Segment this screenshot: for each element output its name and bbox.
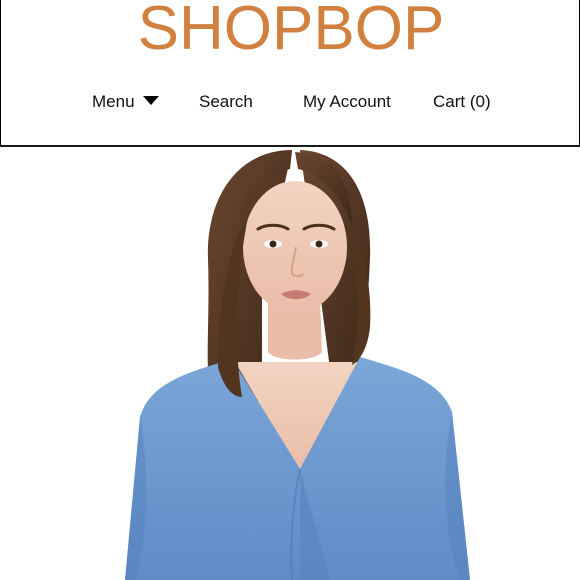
main-nav: Menu Search My Account Cart (0) [1, 90, 580, 116]
site-logo[interactable]: SHOPBOP [1, 0, 580, 60]
product-image[interactable] [0, 147, 580, 580]
my-account-link[interactable]: My Account [303, 92, 391, 112]
cart-link[interactable]: Cart (0) [433, 92, 491, 112]
page: SHOPBOP Menu Search My Account Cart (0) [0, 0, 580, 580]
search-link[interactable]: Search [199, 92, 253, 112]
caret-down-icon [142, 96, 159, 105]
menu-label: Menu [92, 92, 135, 111]
model-illustration [125, 150, 470, 580]
site-header: SHOPBOP Menu Search My Account Cart (0) [0, 0, 580, 146]
menu-button[interactable]: Menu [92, 92, 159, 112]
